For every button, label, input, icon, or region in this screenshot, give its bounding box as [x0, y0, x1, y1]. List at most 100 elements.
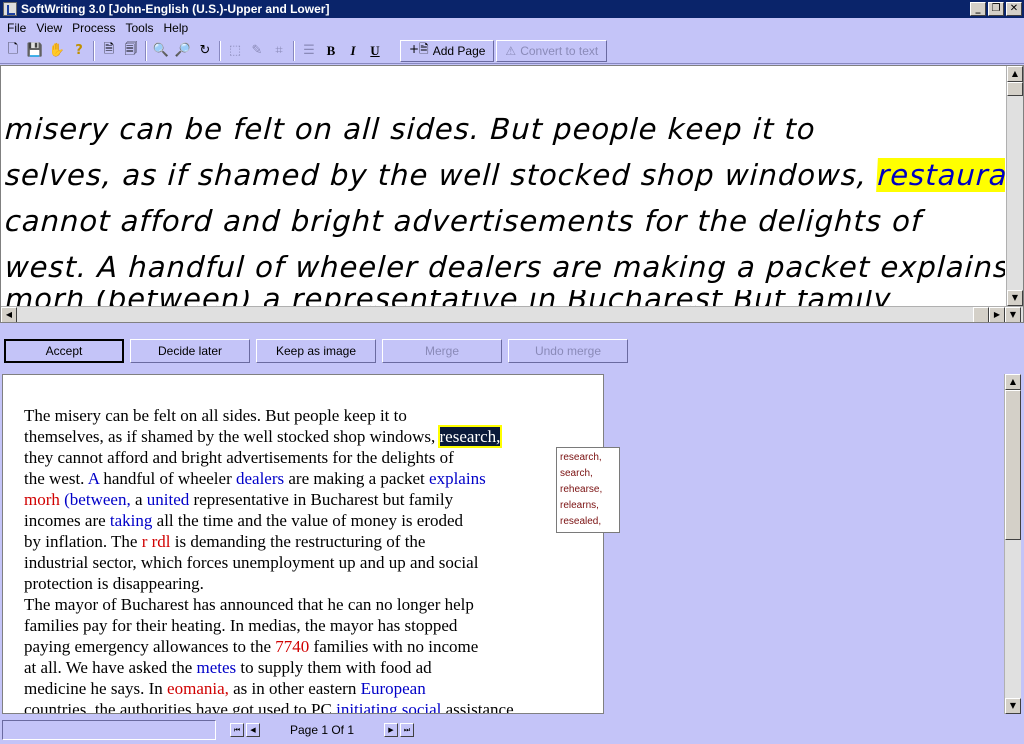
uncertain-word[interactable]: European	[361, 679, 426, 698]
suggestion-item[interactable]: rehearse,	[560, 482, 616, 498]
underline-button[interactable]: U	[364, 40, 386, 62]
uncertain-word[interactable]: (between,	[60, 490, 131, 509]
page-icon[interactable]: 🗎	[98, 40, 120, 62]
handwriting-vertical-scrollbar[interactable]: ▲ ▼	[1006, 66, 1023, 306]
text-line: industrial sector, which forces unemploy…	[24, 553, 479, 572]
app-icon[interactable]	[3, 2, 17, 16]
text-line: themselves, as if shamed by the well sto…	[24, 425, 603, 448]
scroll-thumb[interactable]	[973, 307, 989, 322]
unrecognized-word[interactable]: 7740	[275, 637, 309, 656]
scroll-thumb[interactable]	[1007, 82, 1023, 96]
scroll-thumb[interactable]	[1005, 390, 1021, 540]
action-bar: Accept Decide later Keep as image Merge …	[0, 334, 1024, 368]
text-line: The misery can be felt on all sides. But…	[24, 406, 407, 425]
select-frame-icon[interactable]: ⬚	[224, 40, 246, 62]
convert-label: Convert to text	[520, 43, 599, 58]
handwriting-line: west. A handful of wheeler dealers are m…	[5, 250, 1005, 284]
uncertain-word[interactable]: united	[147, 490, 190, 509]
text-line: incomes are taking all the time and the …	[24, 510, 603, 531]
suggestion-item[interactable]: research,	[560, 450, 616, 466]
text-segment: handful of wheeler	[99, 469, 236, 488]
text-segment: to supply them with food ad	[236, 658, 432, 677]
keep-as-image-button[interactable]: Keep as image	[256, 339, 376, 363]
rotate-icon[interactable]: ↻	[194, 40, 216, 62]
scroll-up-icon[interactable]: ▲	[1007, 66, 1023, 82]
text-segment: paying emergency allowances to the	[24, 637, 276, 656]
menu-help[interactable]: Help	[159, 21, 194, 35]
unrecognized-word[interactable]: eomania,	[167, 679, 229, 698]
uncertain-word[interactable]: metes	[197, 658, 237, 677]
scroll-down-icon[interactable]: ▼	[1005, 307, 1021, 322]
suggestion-item[interactable]: resealed,	[560, 514, 616, 530]
menu-view[interactable]: View	[31, 21, 67, 35]
uncertain-word[interactable]: taking	[110, 511, 153, 530]
edit-frame-icon[interactable]: ✎	[246, 40, 268, 62]
undo-merge-button[interactable]: Undo merge	[508, 339, 628, 363]
convert-to-text-button[interactable]: ⚠ Convert to text	[496, 39, 608, 62]
menu-bar: File View Process Tools Help	[0, 18, 1024, 38]
italic-button[interactable]: I	[342, 40, 364, 62]
handwriting-image: misery can be felt on all sides. But peo…	[5, 106, 1005, 316]
recognized-text[interactable]: The misery can be felt on all sides. But…	[24, 405, 603, 714]
zoom-in-icon[interactable]: 🔍	[150, 40, 172, 62]
text-line: countries, the authorities have got used…	[24, 699, 603, 714]
handwriting-horizontal-scrollbar[interactable]: ◀ ▶ ▼	[1, 306, 1023, 322]
help-icon[interactable]: ?	[68, 40, 90, 62]
window-controls: _ ❐ ✕	[970, 2, 1022, 16]
accept-button[interactable]: Accept	[4, 339, 124, 363]
uncertain-word[interactable]: initiating social	[336, 700, 441, 713]
recognized-text-pane[interactable]: The misery can be felt on all sides. But…	[2, 374, 604, 714]
uncertain-word[interactable]: dealers	[236, 469, 284, 488]
text-segment: the west.	[24, 469, 88, 488]
close-button[interactable]: ✕	[1006, 2, 1022, 16]
suggestion-item[interactable]: search,	[560, 466, 616, 482]
suggestion-list[interactable]: research, search, rehearse, relearns, re…	[556, 447, 620, 533]
last-page-icon[interactable]: ⏭	[400, 723, 414, 737]
scroll-right-icon[interactable]: ▶	[989, 307, 1005, 322]
scroll-up-icon[interactable]: ▲	[1005, 374, 1021, 390]
list-icon[interactable]: ☰	[298, 40, 320, 62]
scroll-left-icon[interactable]: ◀	[1, 307, 17, 322]
new-file-icon[interactable]: 🗋	[2, 40, 24, 62]
handwriting-pane[interactable]: misery can be felt on all sides. But peo…	[0, 65, 1024, 323]
merge-button[interactable]: Merge	[382, 339, 502, 363]
first-page-icon[interactable]: ⏮	[230, 723, 244, 737]
selected-word[interactable]: research,	[437, 425, 503, 448]
toolbar-separator	[93, 40, 95, 61]
handwriting-line: selves, as if shamed by the well stocked…	[5, 152, 1005, 198]
previous-page-icon[interactable]: ◀	[246, 723, 260, 737]
decide-later-button[interactable]: Decide later	[130, 339, 250, 363]
page-indicator: Page 1 Of 1	[289, 723, 355, 737]
text-segment: by inflation. The	[24, 532, 142, 551]
scroll-down-icon[interactable]: ▼	[1005, 698, 1021, 714]
save-icon[interactable]: 💾	[24, 40, 46, 62]
minimize-button[interactable]: _	[970, 2, 986, 16]
uncertain-word[interactable]: explains	[429, 469, 486, 488]
add-page-button[interactable]: +🗎 Add Page	[400, 39, 495, 62]
text-line: The mayor of Bucharest has announced tha…	[24, 595, 474, 614]
bold-button[interactable]: B	[320, 40, 342, 62]
next-page-icon[interactable]: ▶	[384, 723, 398, 737]
text-vertical-scrollbar[interactable]: ▲ ▼	[1004, 374, 1021, 714]
unrecognized-word[interactable]: morh	[24, 490, 60, 509]
text-pane-background	[604, 374, 1004, 714]
text-segment: assistance	[441, 700, 514, 714]
zoom-out-icon[interactable]: 🔎	[172, 40, 194, 62]
menu-file[interactable]: File	[2, 21, 31, 35]
suggestion-item[interactable]: relearns,	[560, 498, 616, 514]
menu-tools[interactable]: Tools	[121, 21, 159, 35]
hand-icon[interactable]: ✋	[46, 40, 68, 62]
restore-button[interactable]: ❐	[988, 2, 1004, 16]
unrecognized-word[interactable]: r rdl	[142, 532, 171, 551]
text-line: by inflation. The r rdl is demanding the…	[24, 531, 603, 552]
scroll-down-icon[interactable]: ▼	[1007, 290, 1023, 306]
crop-icon[interactable]: ⌗	[268, 40, 290, 62]
text-segment: a	[130, 490, 147, 509]
pages-icon[interactable]: 🗐	[120, 40, 142, 62]
text-line: paying emergency allowances to the 7740 …	[24, 636, 603, 657]
uncertain-word[interactable]: A	[88, 469, 99, 488]
text-line: families pay for their heating. In media…	[24, 616, 458, 635]
window-title: SoftWriting 3.0 [John-English (U.S.)-Upp…	[21, 2, 330, 16]
menu-process[interactable]: Process	[67, 21, 120, 35]
text-line: at all. We have asked the metes to suppl…	[24, 657, 603, 678]
